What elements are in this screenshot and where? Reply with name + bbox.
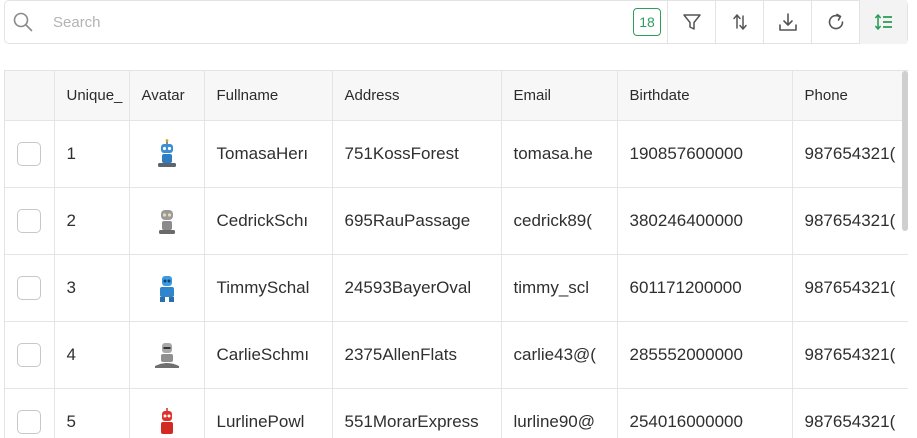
cell-birthdate[interactable]: 254016000000 (617, 388, 793, 438)
cell-email[interactable]: timmy_scl (501, 254, 618, 322)
cell-unique-id[interactable]: 3 (54, 254, 130, 322)
data-table: Unique_ Avatar Fullname Address Email Bi… (5, 71, 908, 438)
cell-avatar[interactable] (129, 321, 205, 389)
column-header-birthdate[interactable]: Birthdate (617, 71, 793, 121)
cell-avatar[interactable] (129, 388, 205, 438)
cell-phone[interactable]: 987654321( (792, 120, 908, 188)
column-header-unique-id[interactable]: Unique_ (54, 71, 130, 121)
row-select-cell (5, 254, 55, 322)
row-checkbox[interactable] (17, 208, 42, 233)
cell-fullname[interactable]: TomasaHerı (204, 120, 333, 188)
cell-unique-id[interactable]: 2 (54, 187, 130, 255)
sort-icon (732, 14, 747, 30)
download-button[interactable] (763, 0, 811, 44)
cell-phone[interactable]: 987654321( (792, 321, 908, 389)
cell-unique-id[interactable]: 5 (54, 388, 130, 438)
table-row[interactable]: 2 CedrickSchı 695RauPassage cedrick89( 3… (5, 187, 908, 255)
cell-address[interactable]: 695RauPassage (332, 187, 502, 255)
cell-birthdate[interactable]: 190857600000 (617, 120, 793, 188)
cell-avatar[interactable] (129, 187, 205, 255)
cell-avatar[interactable] (129, 120, 205, 188)
cell-birthdate[interactable]: 380246400000 (617, 187, 793, 255)
row-select-cell (5, 187, 55, 255)
filter-button[interactable] (667, 0, 715, 44)
row-checkbox[interactable] (17, 141, 42, 166)
cell-unique-id[interactable]: 4 (54, 321, 130, 389)
row-select-cell (5, 388, 55, 438)
cell-fullname[interactable]: TimmySchal (204, 254, 333, 322)
robot-avatar-gray-icon (158, 209, 175, 234)
search-bar (5, 1, 633, 43)
robot-avatar-red-icon (160, 407, 173, 434)
table-row[interactable]: 5 LurlinePowl 551MorarExpress lurline90@… (5, 388, 908, 438)
table-row[interactable]: 4 CarlieSchmı 2375AllenFlats carlie43@( … (5, 321, 908, 389)
cell-email[interactable]: carlie43@( (501, 321, 618, 389)
row-height-icon (874, 14, 892, 30)
robot-avatar-gray-icon (154, 342, 179, 368)
cell-unique-id[interactable]: 1 (54, 120, 130, 188)
cell-fullname[interactable]: CedrickSchı (204, 187, 333, 255)
cell-phone[interactable]: 987654321( (792, 187, 908, 255)
cell-fullname[interactable]: LurlinePowl (204, 388, 333, 438)
refresh-button[interactable] (811, 0, 859, 44)
cell-phone[interactable]: 987654321( (792, 254, 908, 322)
cell-birthdate[interactable]: 601171200000 (617, 254, 793, 322)
row-select-cell (5, 120, 55, 188)
row-select-cell (5, 321, 55, 389)
cell-phone[interactable]: 987654321( (792, 388, 908, 438)
search-icon (5, 1, 41, 43)
cell-birthdate[interactable]: 285552000000 (617, 321, 793, 389)
robot-avatar-blue-icon (157, 138, 176, 167)
sort-button[interactable] (715, 0, 763, 44)
download-icon (778, 13, 797, 31)
cell-avatar[interactable] (129, 254, 205, 322)
column-header-email[interactable]: Email (501, 71, 618, 121)
row-checkbox[interactable] (17, 342, 42, 367)
refresh-icon (828, 13, 843, 30)
table-row[interactable]: 3 TimmySchal 24593BayerOval timmy_scl 60… (5, 254, 908, 322)
row-checkbox[interactable] (17, 409, 42, 434)
cell-address[interactable]: 551MorarExpress (332, 388, 502, 438)
row-checkbox[interactable] (17, 275, 42, 300)
column-header-address[interactable]: Address (332, 71, 502, 121)
table-row[interactable]: 1 TomasaHerı 751KossForest tomasa.he 190… (5, 120, 908, 188)
grid-toolbar: 18 (4, 0, 908, 44)
filter-icon (682, 14, 701, 30)
cell-address[interactable]: 751KossForest (332, 120, 502, 188)
cell-address[interactable]: 24593BayerOval (332, 254, 502, 322)
select-column-header (5, 71, 55, 121)
row-height-button[interactable] (859, 0, 907, 44)
column-header-phone[interactable]: Phone (792, 71, 908, 121)
search-input[interactable] (41, 7, 633, 37)
column-header-fullname[interactable]: Fullname (204, 71, 333, 121)
cell-fullname[interactable]: CarlieSchmı (204, 321, 333, 389)
cell-email[interactable]: cedrick89( (501, 187, 618, 255)
robot-avatar-blue-icon (159, 275, 174, 302)
row-count-badge: 18 (633, 8, 661, 36)
data-grid: Unique_ Avatar Fullname Address Email Bi… (4, 70, 908, 438)
header-row: Unique_ Avatar Fullname Address Email Bi… (5, 71, 908, 121)
cell-email[interactable]: lurline90@ (501, 388, 618, 438)
cell-address[interactable]: 2375AllenFlats (332, 321, 502, 389)
column-header-avatar[interactable]: Avatar (129, 71, 205, 121)
cell-email[interactable]: tomasa.he (501, 120, 618, 188)
vertical-scrollbar[interactable] (902, 71, 908, 231)
